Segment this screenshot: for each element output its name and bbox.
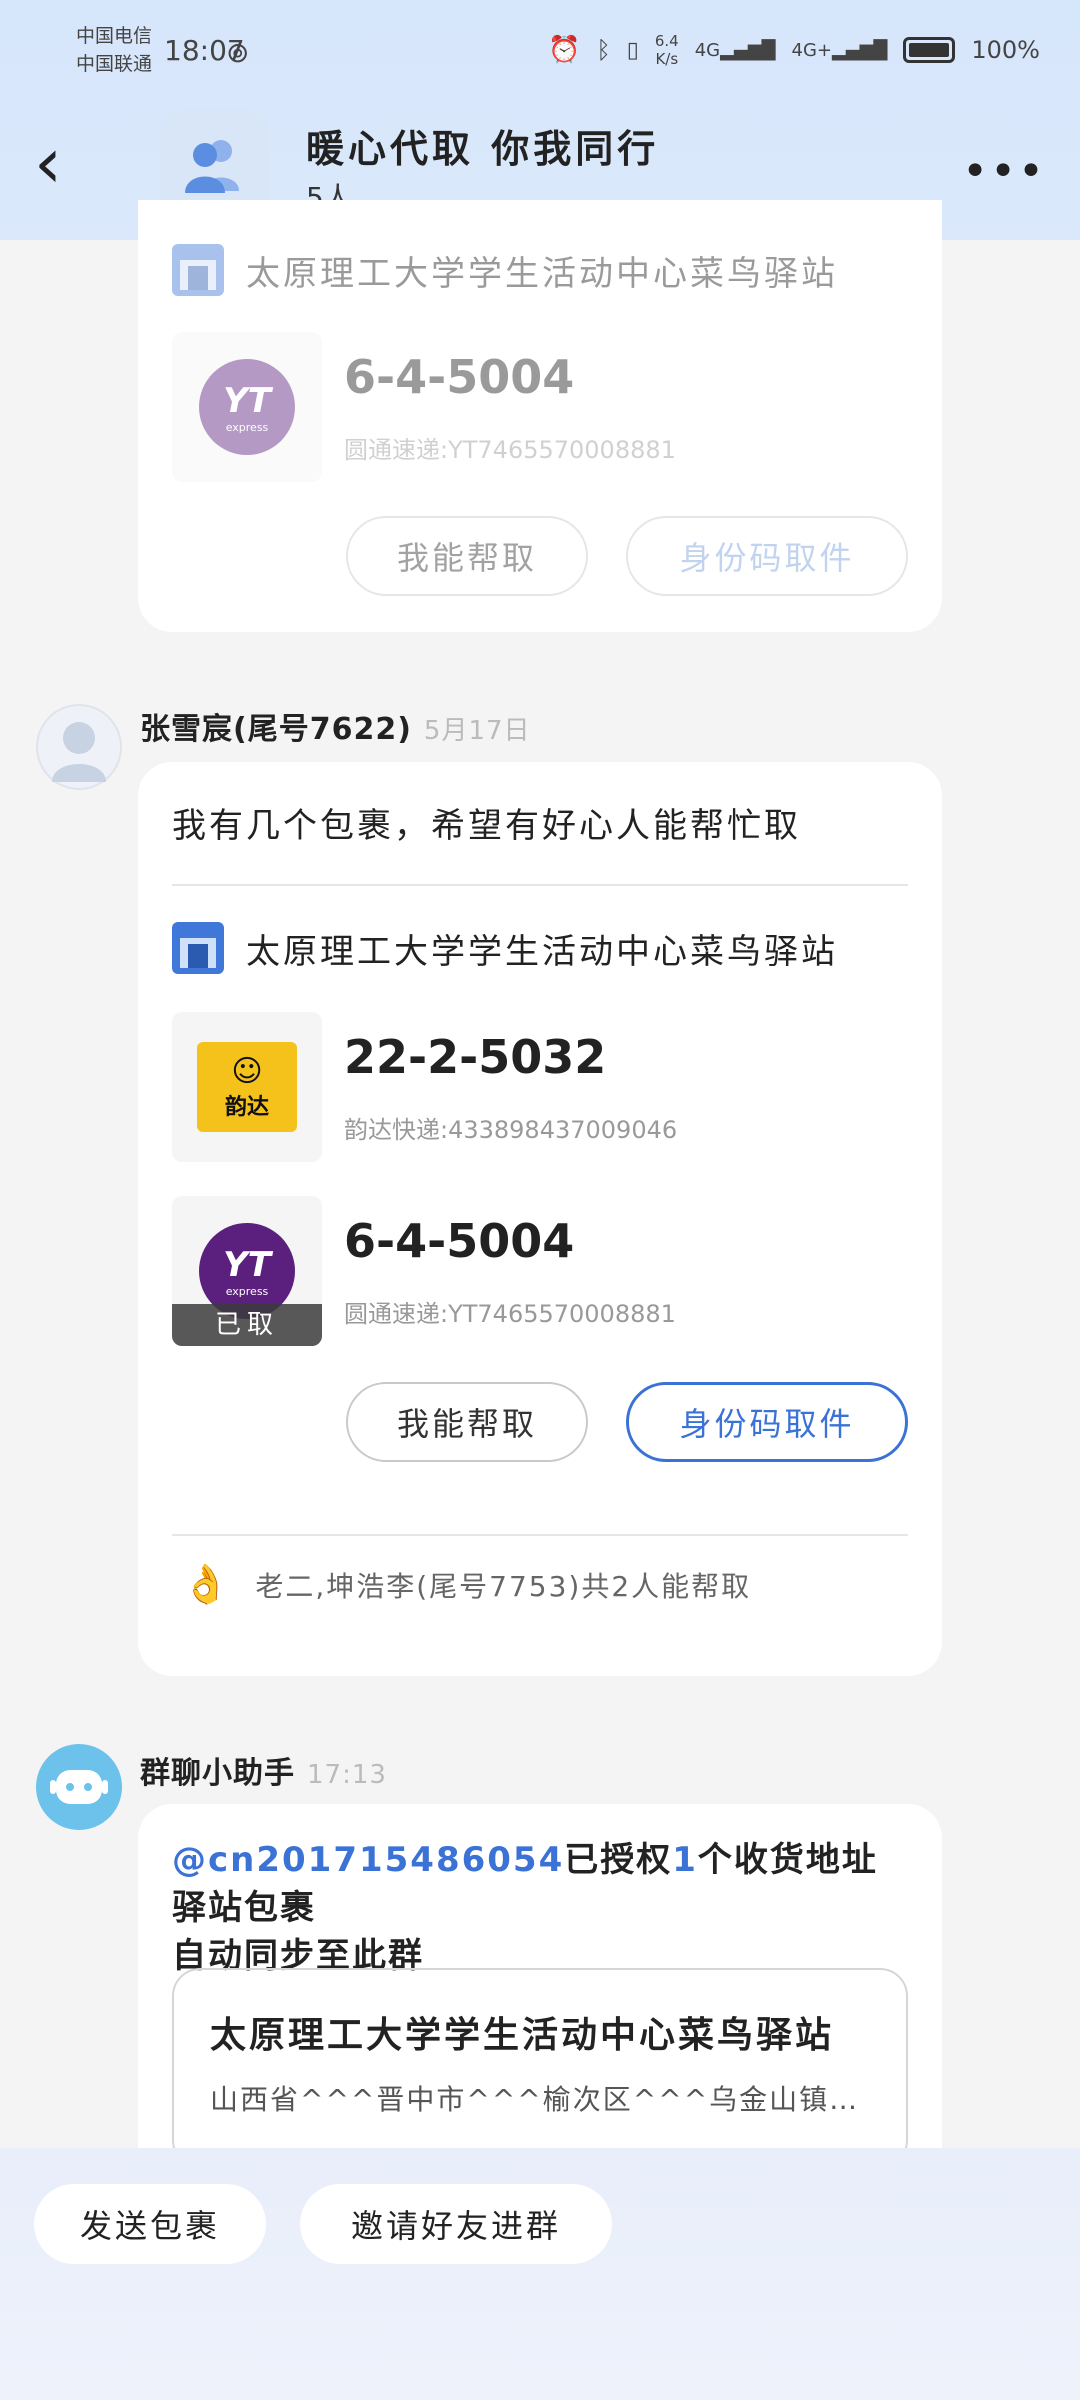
message-text: 我有几个包裹，希望有好心人能帮忙取 (172, 806, 801, 846)
avatar[interactable] (36, 704, 122, 790)
invite-friends-button[interactable]: 邀请好友进群 (300, 2184, 612, 2264)
assistant-message: @cn201715486054已授权1个收货地址驿站包裹 自动同步至此群 (172, 1836, 912, 1980)
sender-name[interactable]: 张雪宸(尾号7622) (140, 712, 412, 747)
help-pickup-button[interactable]: 我能帮取 (346, 1382, 588, 1462)
package-item: YT express 已取 6-4-5004 圆通速递:YT74655700088… (172, 1196, 676, 1346)
station-name: 太原理工大学学生活动中心菜鸟驿站 (246, 253, 838, 294)
net-type-2: 4G+ (791, 39, 832, 61)
carrier-2: 中国联通 (76, 53, 153, 75)
alarm-icon: ⏰ (547, 35, 581, 65)
courier-logo: YT express (172, 332, 322, 482)
tracking-number: 圆通速递:YT7465570008881 (344, 436, 676, 464)
status-bar: 中国电信 中国联通 18:07 ⊚ ⏰ ᛒ ▯ 6.4 K/s 4G▂▄▆█ 4… (0, 22, 1080, 82)
battery-icon (903, 37, 956, 63)
send-package-button[interactable]: 发送包裹 (34, 2184, 266, 2264)
station-icon (172, 244, 224, 296)
yto-logo-icon: YT express (199, 359, 295, 455)
bluetooth-icon: ᛒ (596, 36, 611, 64)
group-title: 暖心代取 你我同行 (306, 127, 660, 171)
group-people-icon (185, 140, 239, 193)
network-speed: 6.4 K/s (655, 32, 679, 68)
signal-1: 4G▂▄▆█ (695, 40, 776, 61)
package-card-2: 我有几个包裹，希望有好心人能帮忙取 太原理工大学学生活动中心菜鸟驿站 ☺ 韵达 2… (138, 762, 942, 1676)
courier-logo: ☺ 韵达 (172, 1012, 322, 1162)
pickup-code: 22-2-5032 (344, 1030, 607, 1084)
chatbot-icon (50, 1770, 108, 1804)
pickup-code: 6-4-5004 (344, 1214, 575, 1268)
station-name: 太原理工大学学生活动中心菜鸟驿站 (246, 931, 838, 972)
station-icon (172, 922, 224, 974)
station-address-card[interactable]: 太原理工大学学生活动中心菜鸟驿站 山西省^^^晋中市^^^榆次区^^^乌金山镇… (172, 1968, 908, 2168)
carrier-info: 中国电信 中国联通 (76, 22, 152, 78)
address-station-name: 太原理工大学学生活动中心菜鸟驿站 (210, 2015, 835, 2056)
sender-line: 张雪宸(尾号7622) 5月17日 (140, 704, 531, 748)
sender-line: 群聊小助手 17:13 (140, 1748, 387, 1792)
station-row: 太原理工大学学生活动中心菜鸟驿站 (172, 922, 838, 974)
helpers-row: 👌 老二,坤浩李(尾号7753)共2人能帮取 (182, 1562, 751, 1607)
sender-name[interactable]: 群聊小助手 (140, 1756, 295, 1791)
helpers-text[interactable]: 老二,坤浩李(尾号7753)共2人能帮取 (255, 1565, 751, 1605)
status-icons: ⏰ ᛒ ▯ 6.4 K/s 4G▂▄▆█ 4G+▂▄▆█ 100% (548, 32, 1040, 68)
back-icon[interactable]: ‹ (34, 128, 62, 198)
pickup-code: 6-4-5004 (344, 350, 575, 404)
package-item: YT express 6-4-5004 圆通速递:YT7465570008881 (172, 332, 676, 482)
bottom-action-bar: 发送包裹 邀请好友进群 (0, 2148, 1080, 2400)
station-row: 太原理工大学学生活动中心菜鸟驿站 (172, 244, 838, 296)
message-time: 5月17日 (423, 716, 531, 746)
courier-logo: YT express 已取 (172, 1196, 322, 1346)
signal-bars-icon: ▂▄▆█ (832, 39, 888, 61)
speed-unit: K/s (655, 50, 679, 68)
carrier-1: 中国电信 (76, 25, 153, 47)
tracking-number: 韵达快递:433898437009046 (344, 1116, 678, 1144)
signal-bars-icon: ▂▄▆█ (720, 39, 776, 61)
assistant-avatar[interactable] (36, 1744, 122, 1830)
tracking-number: 圆通速递:YT7465570008881 (344, 1300, 676, 1328)
address-text: 山西省^^^晋中市^^^榆次区^^^乌金山镇… (210, 2083, 860, 2116)
yunda-logo-text: 韵达 (224, 1094, 269, 1120)
speed-value: 6.4 (654, 32, 679, 50)
package-info: 22-2-5032 韵达快递:433898437009046 (344, 1012, 677, 1162)
message-text-1: 已授权 (564, 1840, 673, 1880)
picked-badge: 已取 (172, 1304, 322, 1346)
vibrate-icon: ▯ (626, 37, 639, 63)
package-card-1: 太原理工大学学生活动中心菜鸟驿站 YT express 6-4-5004 圆通速递… (138, 200, 942, 632)
address-count: 1 (672, 1840, 698, 1880)
user-avatar-icon (52, 722, 106, 782)
divider (172, 884, 908, 886)
user-mention[interactable]: @cn201715486054 (172, 1840, 564, 1880)
divider (172, 1534, 908, 1536)
package-info: 6-4-5004 圆通速递:YT7465570008881 (344, 332, 676, 482)
battery-level: 100% (971, 36, 1040, 64)
signal-2: 4G+▂▄▆█ (792, 40, 888, 61)
yunda-logo-icon: ☺ 韵达 (197, 1042, 297, 1132)
package-info: 6-4-5004 圆通速递:YT7465570008881 (344, 1196, 676, 1346)
id-code-pickup-button[interactable]: 身份码取件 (626, 1382, 908, 1462)
package-item: ☺ 韵达 22-2-5032 韵达快递:433898437009046 (172, 1012, 677, 1162)
help-pickup-button[interactable]: 我能帮取 (346, 516, 588, 596)
message-time: 17:13 (307, 1760, 387, 1790)
ok-hand-icon: 👌 (182, 1562, 230, 1606)
net-type-1: 4G (694, 39, 721, 61)
id-code-pickup-button[interactable]: 身份码取件 (626, 516, 908, 596)
more-icon[interactable]: ••• (962, 146, 1046, 197)
notification-icon: ⊚ (226, 36, 250, 69)
